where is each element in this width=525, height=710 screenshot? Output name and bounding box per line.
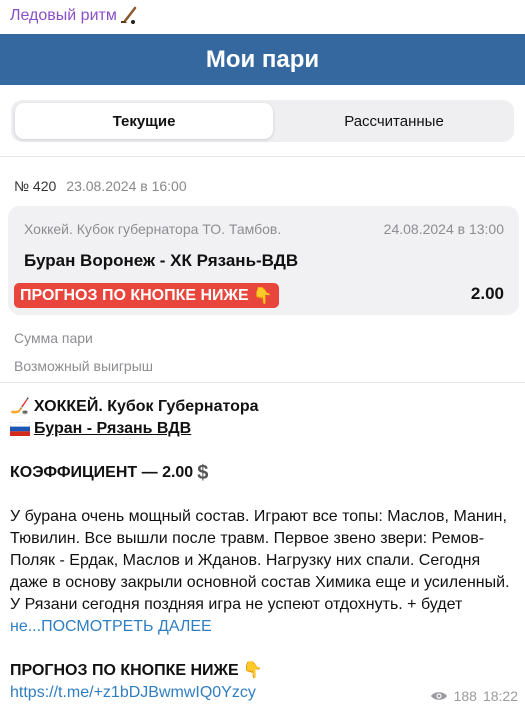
channel-name[interactable]: Ледовый ритм	[10, 6, 139, 26]
message-analysis: У бурана очень мощный состав. Играют все…	[10, 506, 518, 638]
message-time: 18:22	[482, 688, 518, 704]
match-date: 24.08.2024 в 13:00	[383, 221, 504, 237]
tab-settled[interactable]: Рассчитанные	[277, 103, 511, 139]
bet-sum-label: Сумма пари	[14, 330, 93, 346]
forecast-badge: ПРОГНОЗ ПО КНОПКЕ НИЖЕ 👇	[14, 283, 279, 308]
bet-date: 23.08.2024 в 16:00	[66, 178, 187, 194]
message-body: 🏒 ХОККЕЙ. Кубок Губернатора Буран - Ряза…	[10, 396, 518, 704]
match-league: Хоккей. Кубок губернатора ТО. Тамбов.	[24, 221, 282, 237]
match-odds: 2.00	[470, 284, 504, 303]
page-title: Мои пари	[205, 45, 320, 73]
message-line-coef: КОЭФФИЦИЕНТ — 2.00 $	[10, 462, 518, 484]
forecast-badge-label: ПРОГНОЗ ПО КНОПКЕ НИЖЕ	[20, 286, 249, 304]
match-card[interactable]: Хоккей. Кубок губернатора ТО. Тамбов. 24…	[8, 206, 519, 315]
match-teams: Буран Воронеж - ХК Рязань-ВДВ	[24, 251, 299, 270]
message-line-match: Буран - Рязань ВДВ	[10, 418, 518, 440]
pointing-down-icon: 👇	[252, 287, 273, 305]
russia-flag-icon	[10, 422, 30, 436]
divider	[0, 156, 525, 157]
hockey-stick-icon	[120, 6, 137, 24]
match-link[interactable]: Буран - Рязань ВДВ	[34, 418, 191, 440]
pointing-down-icon: 👇	[242, 662, 263, 679]
tab-current[interactable]: Текущие	[15, 103, 273, 139]
header-banner: Мои пари	[0, 34, 525, 85]
channel-title: Ледовый ритм	[10, 7, 117, 24]
tabs-segmented-control: Текущие Рассчитанные	[11, 100, 514, 142]
message-footer: 188 18:22	[430, 688, 518, 704]
hockey-stick-icon: 🏒	[10, 398, 30, 415]
coefficient-text: КОЭФФИЦИЕНТ — 2.00	[10, 464, 194, 481]
message-line-sport: 🏒 ХОККЕЙ. Кубок Губернатора	[10, 396, 518, 418]
cta-text: ПРОГНОЗ ПО КНОПКЕ НИЖЕ	[10, 662, 239, 679]
possible-win-label: Возможный выигрыш	[14, 358, 154, 374]
eye-icon	[430, 692, 447, 700]
analysis-text: У бурана очень мощный состав. Играют все…	[10, 508, 510, 613]
bet-number: № 420	[14, 178, 57, 194]
message-sport-title: ХОККЕЙ. Кубок Губернатора	[33, 398, 259, 415]
dollar-icon: $	[197, 462, 209, 484]
bet-meta: № 420 23.08.2024 в 16:00	[14, 178, 187, 194]
read-more-link[interactable]: не...ПОСМОТРЕТЬ ДАЛЕЕ	[10, 618, 212, 635]
message-line-cta: ПРОГНОЗ ПО КНОПКЕ НИЖЕ 👇	[10, 660, 518, 682]
invite-link[interactable]: https://t.me/+z1bDJBwmwIQ0Yzcy	[10, 682, 256, 704]
bets-card: Текущие Рассчитанные № 420 23.08.2024 в 1…	[0, 88, 525, 383]
view-count: 188	[453, 688, 477, 704]
